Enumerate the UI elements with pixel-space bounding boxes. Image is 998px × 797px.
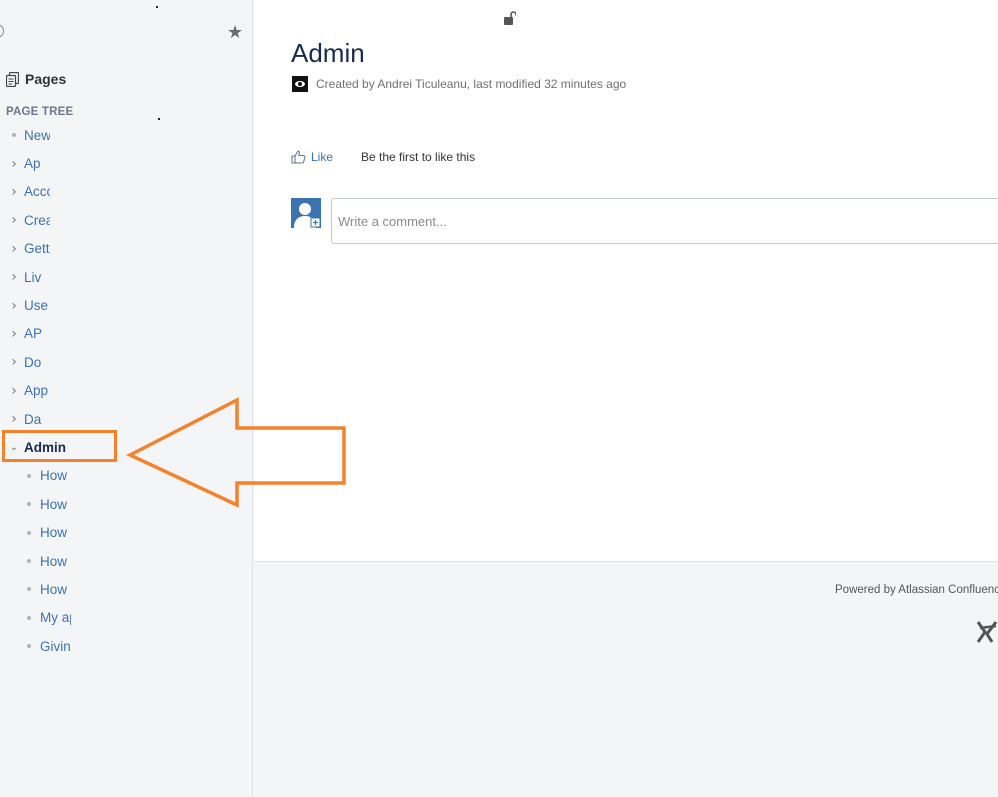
bullet-icon: [9, 121, 19, 149]
chevron-right-icon[interactable]: ›: [9, 235, 19, 263]
page-tree-heading: PAGE TREE: [6, 106, 74, 118]
tree-item[interactable]: How: [0, 575, 253, 603]
tree-item[interactable]: › Getti: [0, 235, 253, 263]
tree-item-label: New: [24, 127, 50, 143]
tree-item[interactable]: How: [0, 490, 253, 518]
sidebar: ★ Pages PAGE TREE New › Ap › Acco › Crea › Getti…: [0, 0, 253, 797]
tree-item-label: How: [40, 525, 68, 541]
like-label: Like: [311, 150, 334, 164]
unlocked-icon[interactable]: [504, 11, 516, 25]
chevron-right-icon[interactable]: ›: [9, 206, 19, 234]
author-avatar-icon[interactable]: [292, 76, 308, 92]
chevron-right-icon[interactable]: ›: [9, 348, 19, 376]
tree-item-label: Acco: [24, 184, 50, 200]
main-content: Admin Created by Andrei Ticuleanu, last …: [254, 0, 998, 562]
chevron-right-icon[interactable]: ›: [9, 320, 19, 348]
tree-item[interactable]: › App: [0, 377, 253, 405]
bullet-icon: [24, 547, 34, 575]
tree-item[interactable]: How: [0, 518, 253, 546]
atlassian-logo-icon[interactable]: [976, 620, 998, 644]
comment-input[interactable]: [331, 198, 998, 244]
pages-link[interactable]: Pages: [6, 71, 66, 87]
tree-item-label: Getti: [24, 241, 50, 257]
user-avatar-icon: [291, 198, 321, 228]
tree-item[interactable]: How: [0, 462, 253, 490]
star-icon[interactable]: ★: [227, 22, 243, 43]
tree-item-label: Use: [24, 298, 49, 314]
chevron-right-icon[interactable]: ›: [9, 149, 19, 177]
tree-item-label: Da: [24, 411, 42, 427]
tree-item-label: Ap: [24, 156, 41, 172]
tree-item-current[interactable]: ⌄ Admin: [0, 433, 253, 461]
byline-text: Created by Andrei Ticuleanu, last modifi…: [316, 77, 627, 91]
space-avatar-icon[interactable]: [0, 24, 4, 38]
tree-item-label: My ap: [40, 610, 71, 626]
tree-item-label: How: [40, 468, 68, 484]
bullet-icon: [24, 462, 34, 490]
tree-item-label: How: [40, 496, 68, 512]
pages-label: Pages: [25, 71, 67, 87]
tree-item[interactable]: › AP: [0, 320, 253, 348]
tree-item-label: App: [24, 383, 49, 399]
chevron-right-icon[interactable]: ›: [9, 405, 19, 433]
tree-item-label: Admin: [24, 439, 66, 455]
artifact-speck: [156, 6, 158, 8]
bullet-icon: [24, 518, 34, 546]
tree-item-label: Liv: [24, 269, 42, 285]
bullet-icon: [24, 490, 34, 518]
powered-by-text[interactable]: Powered by Atlassian Confluence: [835, 584, 998, 596]
tree-item-label: Crea: [24, 212, 50, 228]
page-tree: New › Ap › Acco › Crea › Getti › Liv › Use › AP › Do › App…: [0, 121, 253, 660]
byline: Created by Andrei Ticuleanu, last modifi…: [292, 76, 626, 92]
tree-item[interactable]: How: [0, 547, 253, 575]
tree-item[interactable]: › Liv: [0, 263, 253, 291]
bullet-icon: [24, 632, 34, 660]
tree-item[interactable]: New: [0, 121, 253, 149]
tree-item[interactable]: › Acco: [0, 178, 253, 206]
like-prompt: Be the first to like this: [361, 150, 476, 164]
bullet-icon: [24, 575, 34, 603]
artifact-speck: [158, 118, 160, 120]
like-row: Like Be the first to like this: [291, 150, 475, 164]
tree-item-label: Do: [24, 354, 42, 370]
bullet-icon: [24, 604, 34, 632]
tree-item[interactable]: Givin: [0, 632, 253, 660]
tree-item[interactable]: › Use: [0, 291, 253, 319]
chevron-right-icon[interactable]: ›: [9, 178, 19, 206]
tree-item[interactable]: › Do: [0, 348, 253, 376]
tree-item[interactable]: My ap: [0, 604, 253, 632]
like-button[interactable]: Like: [291, 150, 333, 164]
tree-item-label: AP: [24, 326, 43, 342]
chevron-right-icon[interactable]: ›: [9, 291, 19, 319]
tree-item[interactable]: › Crea: [0, 206, 253, 234]
chevron-down-icon[interactable]: ⌄: [9, 433, 19, 461]
chevron-right-icon[interactable]: ›: [9, 263, 19, 291]
tree-item-label: How: [40, 553, 68, 569]
tree-item[interactable]: › Da: [0, 405, 253, 433]
tree-item-label: How: [40, 581, 68, 597]
page-title: Admin: [291, 38, 365, 68]
thumbs-up-icon: [291, 150, 306, 164]
tree-item-label: Givin: [40, 638, 71, 654]
chevron-right-icon[interactable]: ›: [9, 377, 19, 405]
pages-icon: [6, 71, 19, 87]
tree-item[interactable]: › Ap: [0, 149, 253, 177]
